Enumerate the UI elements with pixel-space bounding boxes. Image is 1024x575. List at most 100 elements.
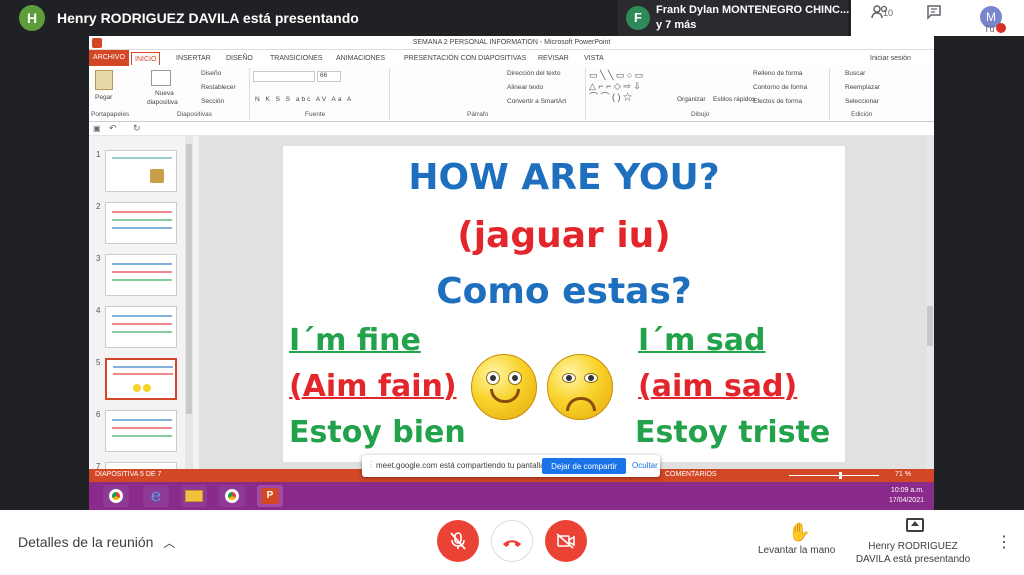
align-text-button[interactable]: Alinear texto — [507, 84, 543, 91]
participant-name: Frank Dylan MONTENEGRO CHINC... — [656, 4, 850, 16]
shape-outline-button[interactable]: Contorno de forma — [753, 84, 807, 91]
thumbnail-slide-1[interactable] — [105, 150, 177, 192]
participant-card[interactable]: F Frank Dylan MONTENEGRO CHINC... y 7 má… — [618, 0, 850, 36]
group-separator — [585, 68, 586, 120]
mic-muted-icon — [996, 23, 1006, 33]
hangup-button[interactable] — [491, 520, 533, 562]
slide-thumbnails-pane: 1 2 3 4 5 6 7 — [89, 136, 199, 472]
tab-archivo[interactable]: ARCHIVO — [89, 50, 129, 66]
thumb-text-line — [112, 419, 172, 421]
thumb-text-line — [112, 263, 172, 265]
new-slide-button[interactable]: Nueva — [155, 90, 174, 97]
powerpoint-taskbar-icon[interactable]: P — [257, 485, 283, 507]
camera-off-icon — [556, 533, 575, 549]
undo-icon[interactable]: ↶ — [109, 123, 117, 134]
tab-diseno[interactable]: DISEÑO — [223, 52, 256, 65]
redo-icon[interactable]: ↻ — [133, 123, 141, 134]
shape-fill-button[interactable]: Relleno de forma — [753, 70, 803, 77]
text-direction-button[interactable]: Dirección del texto — [507, 70, 560, 77]
raise-hand-icon[interactable]: ✋ — [788, 522, 810, 543]
tab-vista[interactable]: VISTA — [581, 52, 607, 65]
window-title: SEMANA 2 PERSONAL INFORMATION - Microsof… — [412, 39, 611, 46]
font-name-box[interactable] — [253, 71, 315, 82]
chevron-up-icon: ︿ — [163, 536, 176, 550]
crest-image — [150, 169, 164, 183]
hide-button[interactable]: Ocultar — [632, 461, 658, 470]
chrome-taskbar-icon-2[interactable] — [219, 485, 245, 507]
signin-link[interactable]: Iniciar sesión — [867, 52, 914, 65]
select-button[interactable]: Seleccionar — [845, 98, 879, 105]
comments-button[interactable]: COMENTARIOS — [665, 471, 717, 478]
explorer-taskbar-icon[interactable] — [181, 485, 207, 507]
arrange-button[interactable]: Organizar — [677, 96, 706, 103]
thumbnail-slide-2[interactable] — [105, 202, 177, 244]
thumb-text-line — [112, 271, 172, 273]
thumb-text-line — [112, 315, 172, 317]
group-separator — [829, 68, 830, 120]
scrollbar-thumb[interactable] — [186, 144, 192, 414]
thumb-text-line — [112, 227, 172, 229]
group-separator — [249, 68, 250, 120]
right-spanish: Estoy triste — [635, 415, 831, 450]
editor-scroll-thumb[interactable] — [927, 306, 933, 346]
zoom-slider[interactable] — [789, 475, 879, 476]
smartart-button[interactable]: Convertir a SmartArt — [507, 98, 566, 105]
self-label: Tú — [984, 24, 995, 34]
people-count: 10 — [883, 8, 894, 18]
editor-scrollbar[interactable] — [926, 136, 934, 469]
tab-inicio[interactable]: INICIO — [131, 52, 161, 65]
thumbnails-scrollbar[interactable] — [185, 136, 193, 469]
share-notification: ⋮ meet.google.com está compartiendo tu p… — [362, 455, 660, 477]
find-button[interactable]: Buscar — [845, 70, 865, 77]
chrome-taskbar-icon[interactable] — [103, 485, 129, 507]
right-english: I´m sad — [638, 323, 766, 358]
present-icon[interactable] — [906, 518, 924, 532]
mic-off-button[interactable] — [437, 520, 479, 562]
shapes-gallery[interactable]: ▭ ╲ ╲ ▭ ○ ▭ △ ⌐ ⌐ ◇ ⇨ ⇩ ⌒ ⌒ ( ) ☆ — [589, 70, 667, 106]
chat-icon[interactable] — [920, 4, 948, 30]
taskbar-clock[interactable]: 10:09 a.m. 17/04/2021 — [889, 486, 924, 506]
happy-face-icon — [471, 354, 537, 420]
raise-hand-label[interactable]: Levantar la mano — [758, 545, 835, 556]
paste-button[interactable]: Pegar — [95, 94, 112, 101]
slide-pronunciation: (jaguar iu) — [457, 215, 671, 256]
section-button[interactable]: Sección — [201, 98, 224, 105]
tab-insertar[interactable]: INSERTAR — [173, 52, 214, 65]
thumbnail-slide-3[interactable] — [105, 254, 177, 296]
tab-animaciones[interactable]: ANIMACIONES — [333, 52, 388, 65]
shape-effects-button[interactable]: Efectos de forma — [753, 98, 802, 105]
save-icon[interactable]: ▣ — [93, 124, 101, 133]
participant-avatar: F — [626, 6, 650, 30]
camera-off-button[interactable] — [545, 520, 587, 562]
group-dibujo: Dibujo — [691, 111, 710, 118]
thumbnail-slide-5[interactable] — [105, 358, 177, 400]
clock-time: 10:09 a.m. — [890, 487, 924, 494]
current-slide[interactable]: HOW ARE YOU? (jaguar iu) Como estas? I´m… — [283, 146, 845, 462]
powerpoint-window: SEMANA 2 PERSONAL INFORMATION - Microsof… — [89, 36, 934, 510]
right-pronunciation: (aim sad) — [638, 369, 798, 404]
font-tools[interactable]: N K S S abc AV Aa A — [255, 96, 353, 103]
paste-icon[interactable] — [95, 70, 113, 90]
meeting-details-button[interactable]: Detalles de la reunión ︿ — [18, 534, 175, 551]
thumbnail-slide-4[interactable] — [105, 306, 177, 348]
more-icon[interactable]: ⋮ — [996, 532, 1012, 552]
thumbnail-slide-6[interactable] — [105, 410, 177, 452]
thumb-text-line — [112, 157, 172, 159]
reset-button[interactable]: Restablecer — [201, 84, 236, 91]
replace-button[interactable]: Reemplazar — [845, 84, 880, 91]
font-size-box[interactable]: 66 — [317, 71, 341, 82]
layout-button[interactable]: Diseño — [201, 70, 221, 77]
tab-presentacion[interactable]: PRESENTACIÓN CON DIAPOSITIVAS — [401, 52, 529, 65]
tab-transiciones[interactable]: TRANSICIONES — [267, 52, 326, 65]
drag-handle-icon[interactable]: ⋮ — [367, 460, 375, 469]
thumb-smiley — [133, 384, 141, 392]
stop-sharing-button[interactable]: Dejar de compartir — [542, 458, 626, 474]
thumb-text-line — [112, 279, 172, 281]
new-slide-icon[interactable] — [151, 70, 171, 86]
tab-revisar[interactable]: REVISAR — [535, 52, 572, 65]
zoom-slider-thumb[interactable] — [839, 472, 842, 479]
ribbon: Pegar Nueva diapositiva Diseño Restablec… — [89, 66, 934, 122]
presenting-label: Henry RODRIGUEZ DAVILA está presentando — [855, 541, 971, 565]
edge-taskbar-icon[interactable]: e — [143, 485, 169, 507]
quick-styles-button[interactable]: Estilos rápidos — [713, 96, 755, 103]
